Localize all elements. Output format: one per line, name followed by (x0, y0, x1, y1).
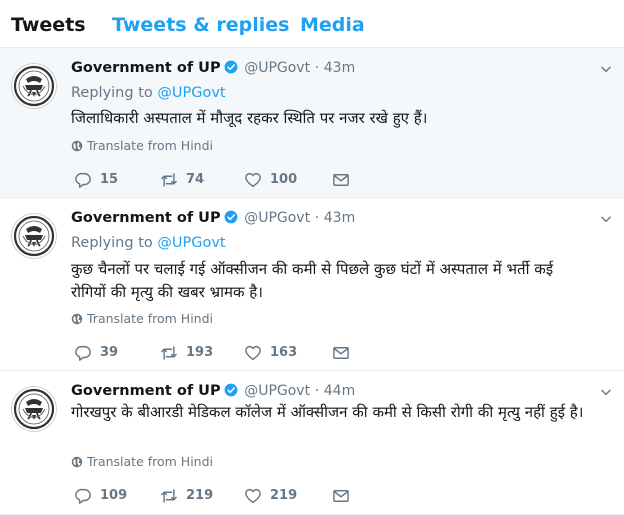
reply-count: 39 (100, 345, 119, 360)
tweet-text: जिलाधिकारी अस्पताल में मौजूद रहकर स्थिति… (71, 109, 428, 127)
account-handle[interactable]: @UPGovt (244, 60, 310, 76)
verified-badge-icon (224, 60, 238, 74)
retweet-button[interactable]: 193 (160, 342, 213, 362)
separator-dot: · (314, 60, 320, 76)
tweet-actions: 15 74 100 (71, 169, 371, 189)
verified-badge-icon (224, 383, 238, 397)
chevron-down-icon[interactable] (599, 62, 613, 76)
avatar[interactable] (11, 386, 57, 432)
reply-count: 15 (100, 172, 119, 187)
tab-tweets-and-replies[interactable]: Tweets & replies (112, 14, 289, 36)
profile-tabs: Tweets Tweets & replies Media (0, 0, 624, 48)
replying-to: Replying to @UPGovt (71, 234, 226, 252)
translate-link[interactable]: Translate from Hindi (71, 311, 213, 327)
like-count: 219 (270, 488, 298, 503)
state-emblem-logo (11, 63, 57, 109)
tweet-timestamp[interactable]: 43m (324, 210, 355, 226)
account-handle[interactable]: @UPGovt (244, 383, 310, 399)
like-button[interactable]: 163 (244, 342, 297, 362)
tweet-timestamp[interactable]: 44m (324, 383, 355, 399)
direct-message-button[interactable] (332, 169, 350, 189)
retweet-button[interactable]: 219 (160, 485, 213, 505)
envelope-icon (332, 344, 350, 362)
tweet-actions: 39 193 163 (71, 342, 371, 362)
tweet-text: गोरखपुर के बीआरडी मेडिकल कॉलेज में ऑक्सी… (71, 403, 584, 421)
like-button[interactable]: 219 (244, 485, 297, 505)
translate-link[interactable]: Translate from Hindi (71, 454, 213, 470)
account-name[interactable]: Government of UP (71, 383, 221, 399)
heart-icon (244, 487, 262, 505)
replying-to-label: Replying to (71, 235, 153, 251)
retweet-count: 74 (186, 172, 205, 187)
retweet-icon (160, 344, 178, 362)
tweet-header: Government of UP @UPGovt · 43m (71, 59, 355, 77)
globe-icon (71, 140, 83, 152)
translate-label: Translate from Hindi (87, 138, 213, 153)
direct-message-button[interactable] (332, 342, 350, 362)
tweet[interactable]: Government of UP @UPGovt · 44m गोरखपुर क… (0, 371, 624, 515)
heart-icon (244, 344, 262, 362)
globe-icon (71, 313, 83, 325)
tweet-text: कुछ चैनलों पर चलाई गई ऑक्सीजन की कमी से … (71, 260, 554, 301)
translate-label: Translate from Hindi (87, 454, 213, 469)
tab-tweets[interactable]: Tweets (11, 14, 86, 36)
translate-label: Translate from Hindi (87, 311, 213, 326)
like-count: 100 (270, 172, 298, 187)
tweet[interactable]: Government of UP @UPGovt · 43m Replying … (0, 198, 624, 371)
like-count: 163 (270, 345, 298, 360)
tweet-header: Government of UP @UPGovt · 43m (71, 209, 355, 227)
state-emblem-logo (11, 386, 57, 432)
replying-to-handle[interactable]: @UPGovt (157, 235, 225, 251)
replying-to-label: Replying to (71, 85, 153, 101)
reply-button[interactable]: 15 (74, 169, 118, 189)
state-emblem-logo (11, 213, 57, 259)
verified-badge-icon (224, 210, 238, 224)
like-button[interactable]: 100 (244, 169, 297, 189)
globe-icon (71, 456, 83, 468)
retweet-icon (160, 487, 178, 505)
account-handle[interactable]: @UPGovt (244, 210, 310, 226)
retweet-count: 219 (186, 488, 214, 503)
account-name[interactable]: Government of UP (71, 60, 221, 76)
retweet-count: 193 (186, 345, 214, 360)
tweet[interactable]: Government of UP @UPGovt · 43m Replying … (0, 48, 624, 198)
reply-icon (74, 487, 92, 505)
chevron-down-icon[interactable] (599, 212, 613, 226)
reply-count: 109 (100, 488, 128, 503)
direct-message-button[interactable] (332, 485, 350, 505)
reply-button[interactable]: 109 (74, 485, 127, 505)
tweet-header: Government of UP @UPGovt · 44m (71, 382, 355, 400)
envelope-icon (332, 171, 350, 189)
tab-media[interactable]: Media (300, 14, 365, 36)
separator-dot: · (314, 383, 320, 399)
envelope-icon (332, 487, 350, 505)
account-name[interactable]: Government of UP (71, 210, 221, 226)
heart-icon (244, 171, 262, 189)
reply-icon (74, 171, 92, 189)
avatar[interactable] (11, 213, 57, 259)
chevron-down-icon[interactable] (599, 385, 613, 399)
reply-icon (74, 344, 92, 362)
retweet-icon (160, 171, 178, 189)
tweet-timestamp[interactable]: 43m (324, 60, 355, 76)
tweet-actions: 109 219 219 (71, 485, 371, 505)
replying-to-handle[interactable]: @UPGovt (157, 85, 225, 101)
separator-dot: · (314, 210, 320, 226)
translate-link[interactable]: Translate from Hindi (71, 138, 213, 154)
avatar[interactable] (11, 63, 57, 109)
replying-to: Replying to @UPGovt (71, 84, 226, 102)
reply-button[interactable]: 39 (74, 342, 118, 362)
retweet-button[interactable]: 74 (160, 169, 204, 189)
